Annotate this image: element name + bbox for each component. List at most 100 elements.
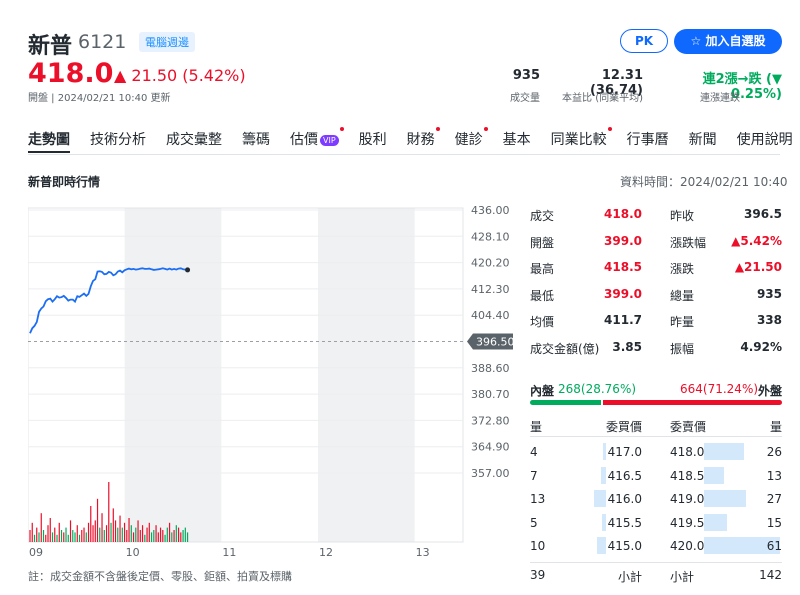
notification-dot [435, 127, 440, 131]
ask-price: 418.5 [670, 468, 705, 483]
ask-price: 420.0 [670, 539, 705, 553]
tab-label: 成交彙整 [166, 132, 222, 148]
volume-bar [184, 527, 186, 542]
tab-8[interactable]: 基本 [503, 129, 531, 153]
y-tick-label: 372.80 [471, 414, 510, 427]
last-price-dot [185, 267, 191, 273]
y-tick-label: 380.70 [471, 388, 510, 401]
tab-divider [28, 154, 780, 155]
tab-label: 籌碼 [242, 132, 270, 148]
intraday-chart[interactable]: 436.00 428.10 420.20 412.30 404.40 396.50 388.… [28, 205, 518, 560]
volume-bar [168, 522, 171, 542]
volume-bar [36, 527, 38, 542]
volume-bar [101, 513, 103, 542]
tab-7[interactable]: 健診 [455, 127, 488, 153]
volume-value: 935 [512, 68, 540, 83]
tab-5[interactable]: 股利 [359, 129, 387, 153]
volume-bar [33, 534, 36, 542]
volume-bar [121, 527, 123, 542]
tab-11[interactable]: 新聞 [689, 129, 717, 153]
ask-volume: 15 [766, 515, 782, 530]
volume-bar [92, 525, 94, 542]
ask-price: 419.5 [670, 515, 705, 530]
volume-bar [83, 527, 85, 542]
tab-0[interactable]: 走勢圖 [28, 129, 70, 153]
volume-bar [146, 527, 148, 542]
current-price: 418.0 [28, 58, 114, 89]
tab-1[interactable]: 技術分析 [90, 129, 146, 153]
volume-bar [153, 530, 155, 542]
industry-tag[interactable]: 電腦週邊 [139, 32, 195, 52]
volume-bar [137, 520, 139, 542]
quote-value: 4.92% [740, 339, 782, 354]
footnote: 註：成交金額不含盤後定價、零股、鉅額、拍賣及標購 [28, 570, 292, 583]
add-watchlist-button[interactable]: ☆ 加入自選股 [674, 29, 782, 54]
tab-label: 新聞 [688, 132, 717, 148]
ask-price: 418.0 [670, 445, 705, 459]
volume-bar [56, 534, 58, 542]
orderbook-header: 委賣價 [670, 420, 707, 434]
quote-label: 開盤 [530, 235, 555, 250]
volume-bar [164, 534, 166, 542]
volume-bar [40, 513, 42, 542]
x-tick-label: 13 [416, 546, 430, 559]
quote-label: 成交金額(億) [530, 341, 600, 356]
volume-label: 成交量 [510, 93, 540, 104]
volume-bar [159, 527, 162, 542]
quote-label: 漲跌幅 [670, 235, 707, 250]
quote-value: 411.7 [604, 313, 642, 327]
pe-label: 本益比 (同業平均) [562, 93, 643, 104]
volume-bar [51, 532, 54, 542]
volume-bar [42, 530, 45, 542]
tab-label: 技術分析 [90, 132, 146, 148]
quote-label: 昨量 [670, 315, 695, 329]
reference-price-label: 396.50 [476, 336, 515, 349]
volume-bar [69, 520, 72, 542]
volume-bar [76, 525, 78, 542]
quote-value: 396.5 [744, 207, 782, 221]
section-title: 新普即時行情 [28, 175, 101, 189]
outer-bar-fill [603, 400, 782, 405]
bid-total-label: 小計 [617, 570, 642, 584]
bid-total: 39 [530, 568, 546, 582]
tab-4[interactable]: 估價 VIP [290, 127, 344, 153]
market-status: 開盤 | 2024/02/21 10:40 更新 [28, 93, 171, 104]
tab-9[interactable]: 同業比較 [551, 127, 612, 153]
data-timestamp: 資料時間：2024/02/21 10:40 [620, 175, 788, 189]
tab-label: 股利 [358, 132, 387, 148]
stock-name: 新普 [28, 34, 73, 59]
volume-bar [103, 530, 105, 542]
tab-6[interactable]: 財務 [407, 127, 440, 153]
quote-value: 935 [756, 286, 782, 301]
active-tab-indicator [28, 151, 70, 153]
streak-label: 連漲連跌 [700, 93, 740, 104]
quote-value: ▲21.50 [734, 260, 782, 274]
volume-bar [177, 527, 180, 542]
volume-bar [112, 508, 114, 542]
quote-label: 振幅 [670, 341, 695, 356]
volume-bar [63, 532, 65, 542]
volume-bar [85, 532, 87, 542]
tab-3[interactable]: 籌碼 [242, 129, 270, 153]
tab-10[interactable]: 行事曆 [627, 129, 669, 153]
x-tick-label: 12 [319, 546, 333, 559]
tab-2[interactable]: 成交彙整 [166, 129, 222, 153]
volume-bar [67, 534, 69, 542]
y-tick-label: 412.30 [471, 283, 510, 296]
volume-bar [144, 534, 146, 542]
pk-button[interactable]: PK [620, 29, 668, 53]
volume-bar [72, 530, 74, 542]
tab-12[interactable]: 使用說明 [737, 129, 793, 153]
volume-bar [38, 532, 40, 542]
volume-bar [119, 515, 121, 542]
quote-value: 418.0 [604, 207, 642, 221]
bid-price: 417.0 [607, 445, 642, 459]
volume-bar [135, 527, 137, 542]
volume-bar [173, 530, 175, 542]
ask-total: 142 [759, 568, 782, 582]
y-tick-label: 404.40 [471, 309, 510, 322]
quote-value: 338 [756, 313, 782, 327]
volume-bar [130, 525, 132, 542]
outer-label: 外盤 [758, 384, 783, 398]
volume-bar [162, 530, 164, 542]
